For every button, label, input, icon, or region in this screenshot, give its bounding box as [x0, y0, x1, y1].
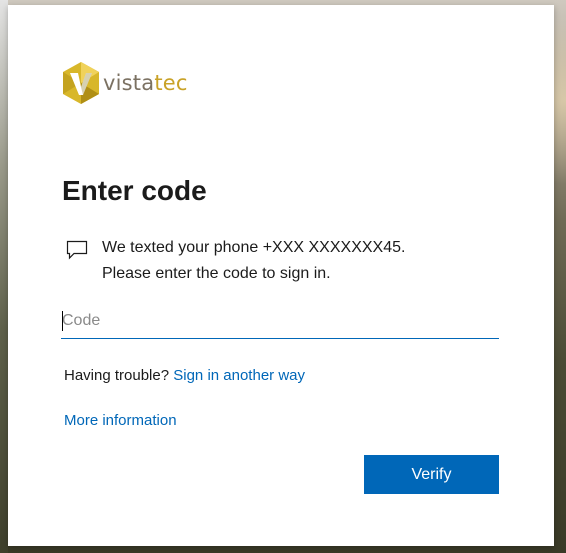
wordmark-tec: tec	[154, 71, 188, 95]
having-trouble-text: Having trouble?	[64, 367, 170, 384]
having-trouble-row: Having trouble? Sign in another way	[64, 367, 305, 384]
sms-message: We texted your phone +XXX XXXXXXX45. Ple…	[66, 235, 405, 287]
sms-message-text: We texted your phone +XXX XXXXXXX45. Ple…	[102, 235, 405, 287]
more-information-link[interactable]: More information	[64, 412, 177, 429]
sign-in-another-way-link[interactable]: Sign in another way	[173, 367, 305, 384]
sign-in-card: vistatec Enter code We texted your phone…	[8, 5, 554, 546]
wordmark-vista: vista	[103, 71, 155, 95]
page-title: Enter code	[62, 175, 207, 206]
chat-bubble-icon	[66, 240, 88, 260]
sms-message-line-2: Please enter the code to sign in.	[102, 265, 331, 282]
vistatec-logo: vistatec	[61, 61, 188, 105]
vistatec-logo-icon	[63, 62, 99, 104]
background-edge	[0, 0, 8, 553]
verify-button[interactable]: Verify	[364, 455, 499, 494]
sms-message-line-1: We texted your phone +XXX XXXXXXX45.	[102, 239, 406, 256]
vistatec-wordmark: vistatec	[103, 61, 188, 105]
code-input[interactable]	[61, 304, 499, 339]
text-caret	[62, 311, 63, 331]
